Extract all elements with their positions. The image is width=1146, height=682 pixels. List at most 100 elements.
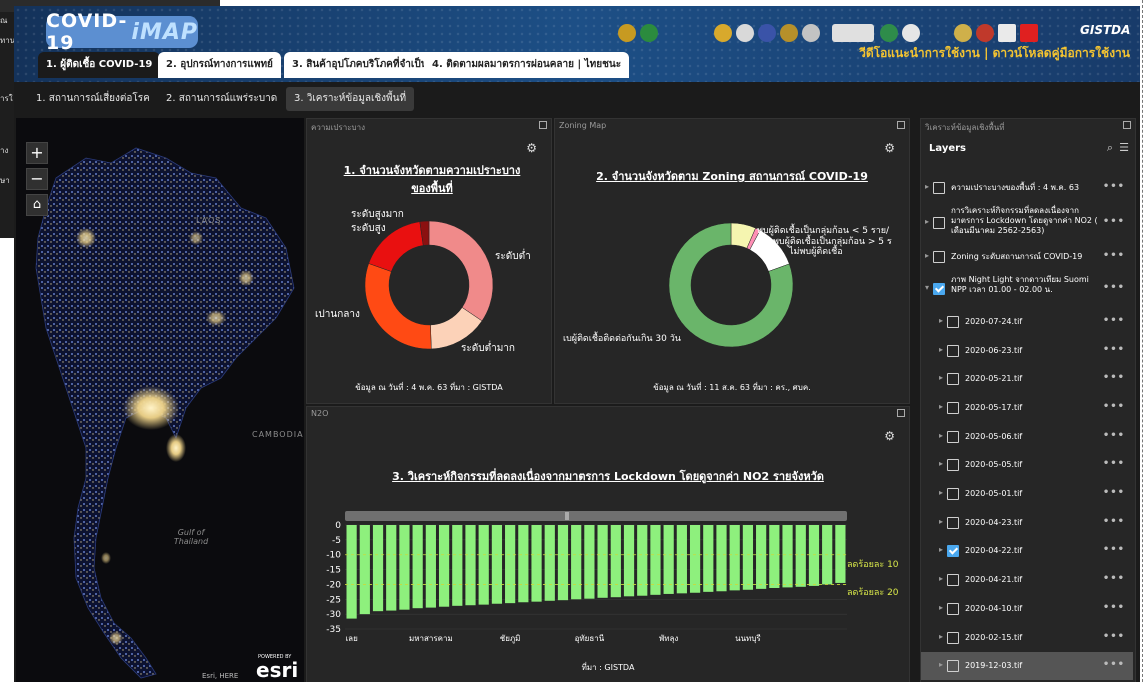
maximize-icon[interactable] (1123, 121, 1131, 129)
layer-item[interactable]: ▸ 2020-05-01.tif ••• (921, 480, 1133, 508)
layer-checkbox[interactable] (947, 516, 959, 529)
tab-relaxation-measures[interactable]: 4. ติดตามผลมาตรการผ่อนคลาย | ไทยชนะ (424, 52, 630, 78)
layer-options-icon[interactable]: ••• (1103, 458, 1125, 469)
layer-options-icon[interactable]: ••• (1103, 544, 1125, 555)
expand-arrow-icon[interactable]: ▸ (939, 603, 943, 612)
layer-checkbox[interactable] (947, 315, 959, 328)
layer-item[interactable]: ▸ 2020-05-17.tif ••• (921, 394, 1133, 422)
expand-arrow-icon[interactable]: ▸ (925, 251, 929, 260)
layer-item[interactable]: ▸ 2020-05-06.tif ••• (921, 423, 1133, 451)
tab-covid-infected[interactable]: 1. ผู้ติดเชื้อ COVID-19 (38, 52, 161, 78)
expand-arrow-icon[interactable]: ▸ (939, 517, 943, 526)
no2-bar-chart[interactable]: 0 -5 -10 -15 -20 -25 -30 -35 เลย มหาสารคาม ชัยภูมิ… (307, 517, 909, 667)
layer-options-icon[interactable]: ••• (1103, 250, 1125, 261)
layer-item[interactable]: ▸ 2020-02-15.tif ••• (921, 624, 1133, 652)
expand-arrow-icon[interactable]: ▸ (939, 316, 943, 325)
header-links[interactable]: วีดีโอแนะนำการใช้งาน | ดาวน์โหลดคู่มือกา… (859, 44, 1130, 63)
map-view[interactable]: + − ⌂ LAOS CAMBODIA Gulf of Thailand Esr… (16, 118, 304, 682)
layer-item[interactable]: ▸ 2020-04-10.tif ••• (921, 595, 1133, 623)
layer-checkbox[interactable] (947, 602, 959, 615)
zoom-in-button[interactable]: + (26, 142, 48, 164)
layer-checkbox[interactable] (947, 344, 959, 357)
layer-item[interactable]: ▸ 2020-04-21.tif ••• (921, 566, 1133, 594)
layer-checkbox[interactable] (947, 459, 959, 472)
layer-checkbox[interactable] (933, 283, 945, 296)
layer-options-icon[interactable]: ••• (1103, 631, 1125, 642)
expand-arrow-icon[interactable]: ▸ (939, 488, 943, 497)
settings-gear-icon[interactable]: ⚙ (884, 429, 895, 443)
gistda-brand: GISTDA (1080, 23, 1131, 37)
tab-medical-equipment[interactable]: 2. อุปกรณ์ทางการแพทย์ (158, 52, 281, 78)
expand-arrow-icon[interactable]: ▸ (939, 431, 943, 440)
expand-arrow-icon[interactable]: ▸ (925, 217, 929, 226)
maximize-icon[interactable] (897, 121, 905, 129)
layer-options-icon[interactable]: ••• (1103, 401, 1125, 412)
layer-checkbox[interactable] (947, 373, 959, 386)
bar (663, 525, 674, 594)
settings-gear-icon[interactable]: ⚙ (884, 141, 895, 155)
collapse-arrow-icon[interactable]: ▾ (925, 283, 929, 292)
vulnerability-donut-chart[interactable] (307, 205, 551, 385)
layer-item[interactable]: ▸ 2020-04-23.tif ••• (921, 509, 1133, 537)
layer-item[interactable]: ▸ Zoning ระดับสถานการณ์ COVID-19 ••• (921, 244, 1133, 270)
layer-item[interactable]: ▸ 2020-04-22.tif ••• (921, 537, 1133, 565)
zoom-out-button[interactable]: − (26, 168, 48, 190)
layer-checkbox[interactable] (933, 216, 945, 229)
layer-item[interactable]: ▸ ความเปราะบางของพื้นที่ : 4 พ.ค. 63 ••• (921, 175, 1133, 201)
search-icon[interactable]: ⌕ (1107, 141, 1113, 155)
layer-checkbox[interactable] (947, 545, 959, 558)
expand-arrow-icon[interactable]: ▸ (939, 632, 943, 641)
layer-checkbox[interactable] (933, 251, 945, 264)
layer-checkbox[interactable] (947, 430, 959, 443)
bar (478, 525, 489, 605)
layer-options-icon[interactable]: ••• (1103, 573, 1125, 584)
filter-icon[interactable]: ☰ (1119, 141, 1129, 154)
layer-checkbox[interactable] (947, 488, 959, 500)
layer-options-icon[interactable]: ••• (1103, 516, 1125, 527)
home-button[interactable]: ⌂ (26, 194, 48, 216)
expand-arrow-icon[interactable]: ▸ (939, 345, 943, 354)
layer-item[interactable]: ▸ 2019-12-03.tif ••• (921, 652, 1133, 681)
layer-options-icon[interactable]: ••• (1103, 315, 1125, 326)
layer-options-icon[interactable]: ••• (1103, 181, 1125, 192)
layer-item[interactable]: ▸ 2020-07-24.tif ••• (921, 308, 1133, 336)
layer-options-icon[interactable]: ••• (1103, 372, 1125, 383)
expand-arrow-icon[interactable]: ▸ (939, 660, 943, 669)
x-tick-label: ชัยภูมิ (500, 634, 521, 644)
expand-arrow-icon[interactable]: ▸ (939, 373, 943, 382)
layer-options-icon[interactable]: ••• (1103, 659, 1125, 670)
maximize-icon[interactable] (539, 121, 547, 129)
layer-options-icon[interactable]: ••• (1103, 282, 1125, 293)
bar (571, 525, 582, 600)
subtab-spatial-analysis[interactable]: 3. วิเคราะห์ข้อมูลเชิงพื้นที่ (286, 87, 415, 111)
agency-seal-icon (880, 24, 898, 42)
settings-gear-icon[interactable]: ⚙ (526, 141, 537, 155)
layer-checkbox[interactable] (933, 182, 945, 194)
layer-checkbox[interactable] (947, 401, 959, 414)
app-logo[interactable]: COVID-19 iMAP (46, 10, 198, 54)
layer-options-icon[interactable]: ••• (1103, 487, 1125, 498)
layer-item[interactable]: ▸ การวิเคราะห์กิจกรรมที่ลดลงเนื่องจากมาตร… (921, 202, 1133, 244)
layer-checkbox[interactable] (947, 574, 959, 587)
expand-arrow-icon[interactable]: ▸ (925, 182, 929, 191)
layer-item[interactable]: ▾ ภาพ Night Light จากดาวเทียม Suomi NPP เ… (921, 271, 1133, 307)
layer-item[interactable]: ▸ 2020-05-21.tif ••• (921, 365, 1133, 393)
layer-item[interactable]: ▸ 2020-05-05.tif ••• (921, 451, 1133, 479)
maximize-icon[interactable] (897, 409, 905, 417)
pie-label-very-high: ระดับสูงมาก (351, 209, 404, 220)
expand-arrow-icon[interactable]: ▸ (939, 402, 943, 411)
layer-options-icon[interactable]: ••• (1103, 430, 1125, 441)
layer-options-icon[interactable]: ••• (1103, 216, 1125, 227)
expand-arrow-icon[interactable]: ▸ (939, 545, 943, 554)
layer-checkbox[interactable] (947, 660, 959, 673)
layer-label: 2020-05-06.tif (965, 431, 1023, 441)
layer-options-icon[interactable]: ••• (1103, 602, 1125, 613)
tab-consumer-goods[interactable]: 3. สินค้าอุปโภคบริโภคที่จำเป็น (284, 52, 436, 78)
layer-options-icon[interactable]: ••• (1103, 344, 1125, 355)
expand-arrow-icon[interactable]: ▸ (939, 574, 943, 583)
layer-item[interactable]: ▸ 2020-06-23.tif ••• (921, 337, 1133, 365)
layer-checkbox[interactable] (947, 631, 959, 644)
subtab-spread-situation[interactable]: 2. สถานการณ์แพร่ระบาด (158, 87, 285, 111)
subtab-risk-situation[interactable]: 1. สถานการณ์เสี่ยงต่อโรค (28, 87, 158, 111)
expand-arrow-icon[interactable]: ▸ (939, 459, 943, 468)
